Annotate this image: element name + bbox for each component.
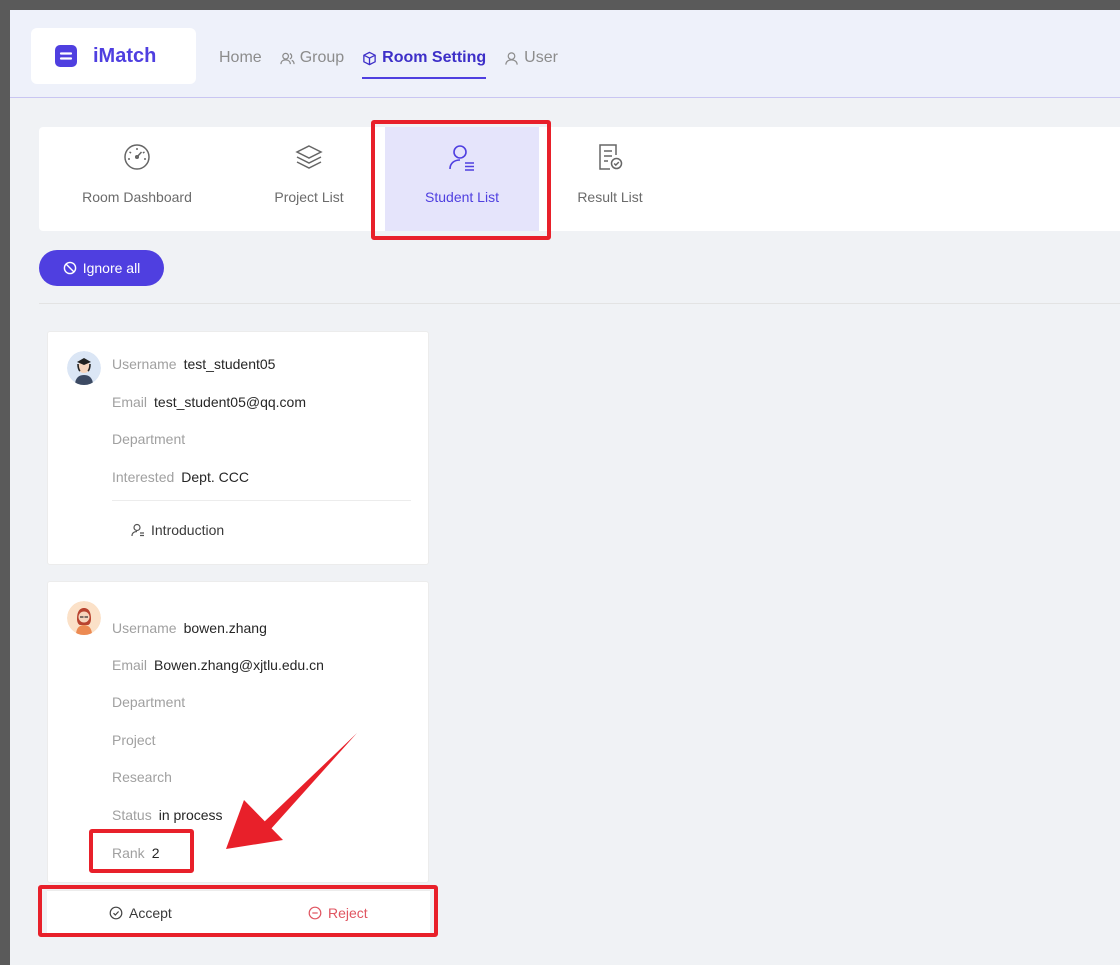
nav-room-setting-label: Room Setting	[382, 49, 487, 66]
project-label: Project	[112, 732, 156, 748]
username-value: test_student05	[183, 356, 276, 372]
email-value: test_student05@qq.com	[154, 394, 306, 410]
group-icon	[280, 52, 295, 64]
research-field: Research	[112, 769, 179, 785]
ignore-all-label: Ignore all	[82, 260, 141, 276]
accept-button[interactable]: Accept	[109, 905, 172, 921]
tab-project-list[interactable]: Project List	[232, 127, 386, 231]
rank-field: Rank 2	[112, 845, 159, 861]
username-value: bowen.zhang	[183, 620, 267, 636]
username-field: Username test_student05	[112, 356, 275, 372]
section-divider	[39, 303, 1120, 304]
main-nav: Home Group Room Setting User	[219, 46, 576, 79]
department-field: Department	[112, 694, 192, 710]
research-label: Research	[112, 769, 172, 785]
introduction-link[interactable]: Introduction	[131, 522, 224, 538]
introduction-label: Introduction	[151, 522, 225, 538]
window-frame-top	[0, 0, 1120, 10]
layers-icon	[295, 145, 323, 169]
window-frame-left	[0, 0, 10, 965]
tab-student-list[interactable]: Student List	[385, 127, 539, 231]
department-field: Department	[112, 431, 192, 447]
nav-room-setting[interactable]: Room Setting	[362, 46, 487, 79]
tab-result-list[interactable]: Result List	[533, 127, 687, 231]
email-label: Email	[112, 657, 148, 673]
card-divider	[112, 500, 411, 501]
student-card: Username bowen.zhang Email Bowen.zhang@xjt…	[47, 581, 429, 883]
avatar	[67, 351, 101, 385]
app-name: iMatch	[93, 44, 157, 67]
reject-label: Reject	[328, 905, 368, 921]
logo-icon	[55, 45, 77, 67]
project-field: Project	[112, 732, 163, 748]
user-icon	[505, 51, 518, 65]
user-list-icon	[449, 145, 474, 171]
username-field: Username bowen.zhang	[112, 620, 267, 636]
tab-room-dashboard-label: Room Dashboard	[82, 189, 192, 205]
username-label: Username	[112, 356, 177, 372]
email-field: Email test_student05@qq.com	[112, 394, 306, 410]
student-card: Username test_student05 Email test_student…	[47, 331, 429, 565]
card-actions: Accept Reject	[47, 890, 430, 936]
tab-project-list-label: Project List	[274, 189, 344, 205]
status-label: Status	[112, 807, 152, 823]
tab-room-dashboard[interactable]: Room Dashboard	[60, 127, 214, 231]
user-icon	[131, 523, 144, 537]
reject-button[interactable]: Reject	[308, 905, 368, 921]
interested-label: Interested	[112, 469, 175, 485]
minus-circle-icon	[308, 906, 322, 920]
department-label: Department	[112, 431, 186, 447]
email-field: Email Bowen.zhang@xjtlu.edu.cn	[112, 657, 324, 673]
nav-user[interactable]: User	[504, 46, 558, 70]
cube-icon	[363, 51, 376, 65]
tab-result-list-label: Result List	[577, 189, 643, 205]
rank-value: 2	[151, 845, 160, 861]
nav-group[interactable]: Group	[280, 46, 344, 70]
email-label: Email	[112, 394, 148, 410]
username-label: Username	[112, 620, 177, 636]
top-header: iMatch Home Group Room Setting User	[10, 10, 1120, 98]
interested-value: Dept. CCC	[181, 469, 249, 485]
status-field: Status in process	[112, 807, 223, 823]
interested-field: Interested Dept. CCC	[112, 469, 249, 485]
check-circle-icon	[109, 906, 123, 920]
dashboard-icon	[124, 144, 150, 170]
department-label: Department	[112, 694, 186, 710]
room-tabs: Room Dashboard Project List Student List…	[39, 127, 1120, 231]
ban-icon	[63, 261, 77, 275]
email-value: Bowen.zhang@xjtlu.edu.cn	[154, 657, 324, 673]
document-check-icon	[599, 144, 623, 170]
status-value: in process	[158, 807, 223, 823]
accept-label: Accept	[129, 905, 172, 921]
nav-home-label: Home	[219, 49, 262, 66]
tab-student-list-label: Student List	[425, 189, 499, 205]
rank-label: Rank	[112, 845, 145, 861]
logo[interactable]: iMatch	[31, 28, 196, 84]
nav-group-label: Group	[299, 49, 345, 66]
nav-home[interactable]: Home	[219, 46, 262, 70]
avatar	[67, 601, 101, 635]
ignore-all-button[interactable]: Ignore all	[39, 250, 164, 286]
nav-user-label: User	[524, 49, 558, 66]
